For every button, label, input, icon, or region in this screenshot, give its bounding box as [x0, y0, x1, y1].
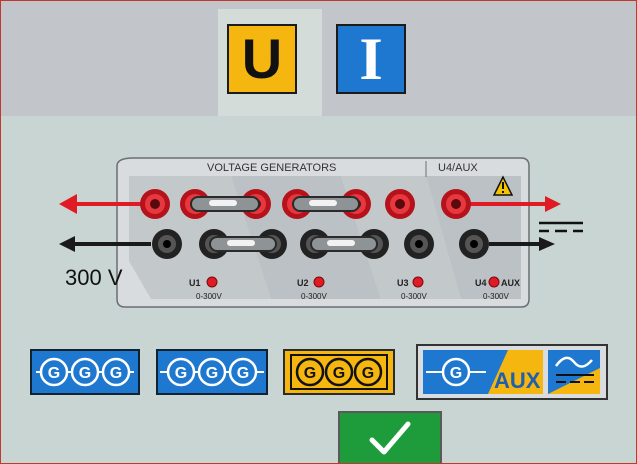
- svg-text:AUX: AUX: [494, 368, 541, 393]
- app-window: U I VOLTAGE GENERATORS U4/AUX 300 V U1 0…: [0, 0, 637, 464]
- black-arrow-left-icon: [59, 236, 75, 252]
- confirm-button[interactable]: [338, 411, 442, 463]
- dc-symbol-icon: [539, 221, 583, 233]
- red-arrow-left-icon: [59, 194, 77, 214]
- svg-text:G: G: [333, 365, 345, 382]
- panel-aux-title: U4/AUX: [438, 162, 478, 174]
- config-button-aux-group[interactable]: G AUX: [416, 344, 608, 400]
- voltage-rating: 300 V: [65, 265, 123, 290]
- svg-text:0-300V: 0-300V: [301, 292, 327, 301]
- red-arrow-right-icon: [545, 196, 561, 212]
- svg-text:U1: U1: [189, 278, 201, 288]
- generator-aux-button[interactable]: G AUX: [423, 350, 543, 394]
- svg-text:0-300V: 0-300V: [483, 292, 509, 301]
- svg-text:U4: U4: [475, 278, 487, 288]
- svg-text:AUX: AUX: [501, 278, 520, 288]
- svg-text:0-300V: 0-300V: [196, 292, 222, 301]
- checkmark-icon: [369, 421, 411, 455]
- svg-text:G: G: [450, 365, 462, 382]
- svg-text:U3: U3: [397, 278, 409, 288]
- svg-text:G: G: [304, 365, 316, 382]
- svg-text:U2: U2: [297, 278, 309, 288]
- svg-text:G: G: [206, 365, 218, 382]
- black-arrow-right-icon: [539, 237, 555, 251]
- svg-text:G: G: [175, 365, 187, 382]
- svg-text:G: G: [110, 365, 122, 382]
- config-button-parallel[interactable]: G G G: [283, 349, 395, 395]
- panel-title: VOLTAGE GENERATORS: [207, 162, 336, 174]
- ac-dc-icon[interactable]: [548, 350, 600, 394]
- svg-text:G: G: [362, 365, 374, 382]
- svg-text:G: G: [237, 365, 249, 382]
- svg-text:G: G: [48, 365, 60, 382]
- config-button-series[interactable]: G G G: [156, 349, 268, 395]
- svg-text:0-300V: 0-300V: [401, 292, 427, 301]
- config-button-3phase-star[interactable]: G G G: [30, 349, 140, 395]
- svg-text:G: G: [79, 365, 91, 382]
